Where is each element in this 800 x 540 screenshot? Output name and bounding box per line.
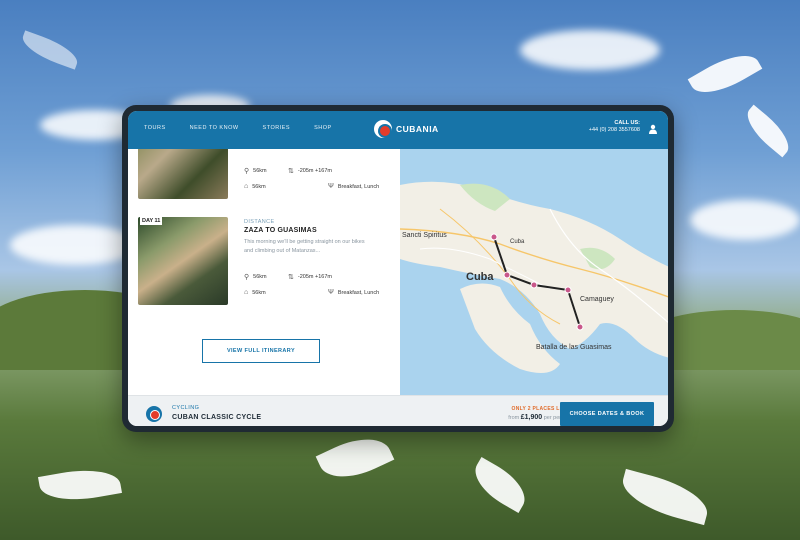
stat-stay: ⌂ 56km xyxy=(244,289,266,296)
elevation-icon: ⇅ xyxy=(288,168,294,175)
stat-meals: Ψ Breakfast, Lunch xyxy=(328,183,380,190)
call-label: CALL US: xyxy=(614,120,640,126)
day-label: DISTANCE xyxy=(244,219,275,225)
call-number: +44 (0) 208 3557608 xyxy=(588,127,640,134)
bike-icon: ⚲ xyxy=(244,168,250,175)
stat-meals: Ψ Breakfast, Lunch xyxy=(328,289,380,296)
map-label-batalla: Batalla de las Guasimas xyxy=(536,344,612,351)
call-us[interactable]: CALL US: +44 (0) 208 3557608 xyxy=(589,120,640,134)
itinerary-panel: ⚲ 56km ⇅ -205m +167m ⌂ 56km Ψ Breakfast,… xyxy=(128,149,400,395)
day-meta: DISTANCE ZAZA TO GUASIMAS This morning w… xyxy=(244,219,374,256)
user-account-icon[interactable] xyxy=(648,124,658,134)
map-label-sancti-spiritus: Sancti Spiritus xyxy=(402,232,447,239)
route-stop xyxy=(530,281,538,289)
day-badge: DAY 11 xyxy=(140,217,163,225)
day-photo-prev xyxy=(138,149,228,199)
day-description: This morning we'll be getting straight o… xyxy=(244,239,365,254)
choose-dates-book-button[interactable]: CHOOSE DATES & BOOK xyxy=(560,402,654,426)
bike-icon: ⚲ xyxy=(244,274,250,281)
stat-elevation: ⇅ -205m +167m xyxy=(288,168,332,175)
price-value: £1,900 xyxy=(520,414,543,421)
route-stop xyxy=(503,271,511,279)
day-photo xyxy=(138,217,228,305)
website-screen: TOURS NEED TO KNOW STORIES SHOP CUBANIA … xyxy=(128,111,668,426)
map-label-camaguey: Camaguey xyxy=(580,296,614,303)
day-title[interactable]: ZAZA TO GUASIMAS xyxy=(244,227,374,234)
nav-item-tours[interactable]: TOURS xyxy=(144,125,166,131)
tour-category: CYCLING xyxy=(172,405,200,411)
route-stop xyxy=(490,233,498,241)
route-map[interactable]: Sancti Spiritus Cuba Cuba Camaguey Batal… xyxy=(400,149,668,395)
tour-name: CUBAN CLASSIC CYCLE xyxy=(172,414,262,421)
view-full-itinerary-button[interactable]: VIEW FULL ITINERARY xyxy=(202,339,320,363)
itinerary-day-11: DAY 11 DISTANCE ZAZA TO GUASIMAS This mo… xyxy=(138,217,398,307)
cutlery-icon: Ψ xyxy=(328,289,334,296)
stat-distance: ⚲ 56km xyxy=(244,274,267,281)
main-nav: TOURS NEED TO KNOW STORIES SHOP xyxy=(144,125,332,131)
route-stop xyxy=(564,286,572,294)
map-label-cuba-region: Cuba xyxy=(466,271,494,283)
site-header: TOURS NEED TO KNOW STORIES SHOP CUBANIA … xyxy=(128,111,668,149)
logo-icon xyxy=(374,120,392,138)
nav-item-shop[interactable]: SHOP xyxy=(314,125,332,131)
stat-stay: ⌂ 56km xyxy=(244,183,266,190)
cutlery-icon: Ψ xyxy=(328,183,334,190)
route-stop xyxy=(576,323,584,331)
elevation-icon: ⇅ xyxy=(288,274,294,281)
site-logo[interactable]: CUBANIA xyxy=(374,120,439,138)
nav-item-stories[interactable]: STORIES xyxy=(263,125,291,131)
house-icon: ⌂ xyxy=(244,183,249,190)
footer-logo-icon xyxy=(146,406,162,422)
map-label-cuba-small: Cuba xyxy=(510,239,525,245)
house-icon: ⌂ xyxy=(244,289,249,296)
tablet-frame: TOURS NEED TO KNOW STORIES SHOP CUBANIA … xyxy=(122,105,674,432)
nav-item-need-to-know[interactable]: NEED TO KNOW xyxy=(190,125,239,131)
stat-distance: ⚲ 56km xyxy=(244,168,267,175)
stat-elevation: ⇅ -205m +167m xyxy=(288,274,332,281)
booking-bar: CYCLING CUBAN CLASSIC CYCLE ONLY 2 PLACE… xyxy=(128,395,668,426)
map-canvas: Sancti Spiritus Cuba Cuba Camaguey Batal… xyxy=(400,181,668,373)
itinerary-day-prev: ⚲ 56km ⇅ -205m +167m ⌂ 56km Ψ Breakfast,… xyxy=(138,149,398,201)
logo-text: CUBANIA xyxy=(396,124,439,134)
